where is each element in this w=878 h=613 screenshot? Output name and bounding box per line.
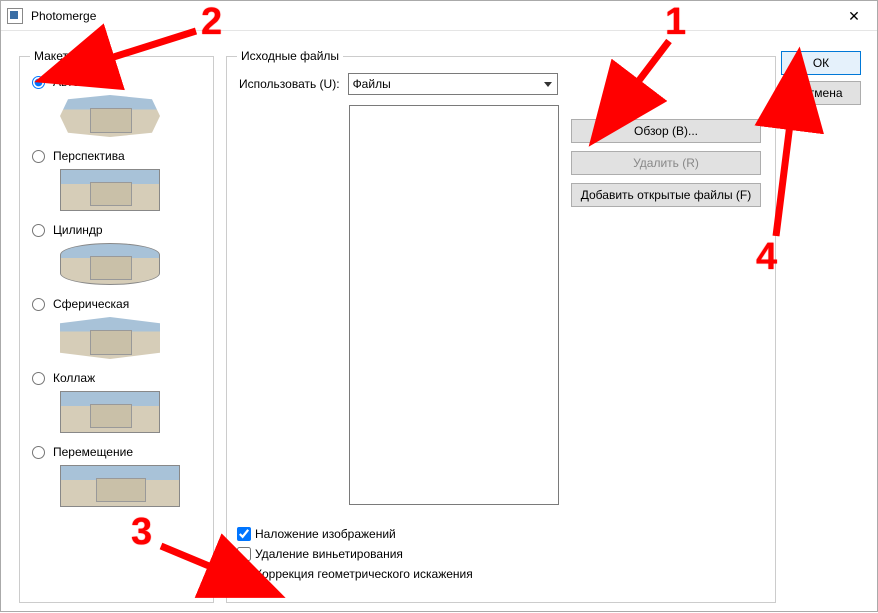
radio-auto[interactable] [32,76,45,89]
thumb-collage [60,391,160,433]
radio-cylinder[interactable] [32,224,45,237]
source-checks: Наложение изображений Удаление виньетиро… [237,521,473,587]
check-geometric[interactable] [237,567,251,581]
radio-spherical-label: Сферическая [53,297,129,311]
photomerge-dialog: Photomerge ✕ Макет Авто Перспектива Цили… [0,0,878,612]
radio-auto-label: Авто [53,75,79,89]
window-title: Photomerge [31,9,96,23]
layout-legend: Макет [30,49,72,63]
layout-option-spherical[interactable]: Сферическая [32,297,203,359]
radio-perspective[interactable] [32,150,45,163]
radio-reposition-label: Перемещение [53,445,133,459]
file-list[interactable] [349,105,559,505]
radio-reposition[interactable] [32,446,45,459]
radio-spherical[interactable] [32,298,45,311]
radio-cylinder-label: Цилиндр [53,223,103,237]
layout-option-auto[interactable]: Авто [32,75,203,137]
app-icon [7,8,23,24]
use-label: Использовать (U): [239,77,340,91]
titlebar: Photomerge ✕ [1,1,877,31]
check-vignette[interactable] [237,547,251,561]
check-blend-label: Наложение изображений [255,527,396,541]
layout-group: Макет Авто Перспектива Цилиндр Сферическ… [19,49,214,603]
thumb-reposition [60,465,180,507]
use-select[interactable] [348,73,558,95]
thumb-cylinder [60,243,160,285]
layout-option-reposition[interactable]: Перемещение [32,445,203,507]
check-blend-row[interactable]: Наложение изображений [237,527,473,541]
check-vignette-row[interactable]: Удаление виньетирования [237,547,473,561]
radio-collage-label: Коллаж [53,371,95,385]
client-area: Макет Авто Перспектива Цилиндр Сферическ… [1,31,877,611]
radio-perspective-label: Перспектива [53,149,125,163]
source-legend: Исходные файлы [237,49,343,63]
close-button[interactable]: ✕ [831,1,877,31]
radio-collage[interactable] [32,372,45,385]
layout-option-cylinder[interactable]: Цилиндр [32,223,203,285]
source-group: Исходные файлы Использовать (U): Обзор (… [226,49,776,603]
thumb-auto [60,95,160,137]
check-vignette-label: Удаление виньетирования [255,547,403,561]
ok-button[interactable]: ОК [781,51,861,75]
thumb-spherical [60,317,160,359]
cancel-button[interactable]: Отмена [781,81,861,105]
source-buttons: Обзор (B)... Удалить (R) Добавить открыт… [571,119,761,215]
check-blend[interactable] [237,527,251,541]
thumb-perspective [60,169,160,211]
check-geometric-label: Коррекция геометрического искажения [255,567,473,581]
layout-option-perspective[interactable]: Перспектива [32,149,203,211]
add-open-files-button[interactable]: Добавить открытые файлы (F) [571,183,761,207]
dialog-buttons: ОК Отмена [781,51,861,111]
browse-button[interactable]: Обзор (B)... [571,119,761,143]
check-geometric-row[interactable]: Коррекция геометрического искажения [237,567,473,581]
layout-option-collage[interactable]: Коллаж [32,371,203,433]
remove-button[interactable]: Удалить (R) [571,151,761,175]
